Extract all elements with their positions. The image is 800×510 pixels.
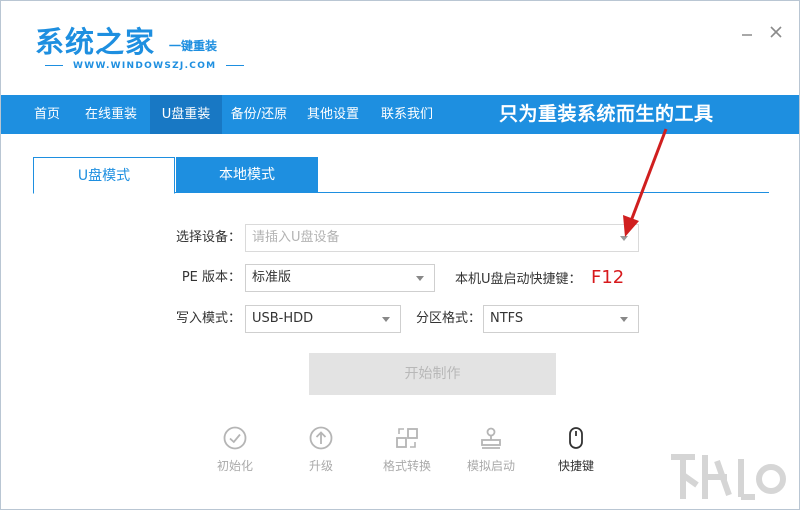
- device-select[interactable]: 请插入U盘设备: [245, 224, 639, 252]
- partition-select[interactable]: NTFS: [483, 305, 639, 333]
- watermark-logo: [671, 454, 786, 500]
- partition-label: 分区格式：: [415, 311, 481, 326]
- partition-value: NTFS: [490, 311, 524, 326]
- nav-item-home[interactable]: 首页: [23, 95, 71, 134]
- pe-version-label: PE 版本：: [181, 270, 241, 285]
- tool-simulate-boot[interactable]: 模拟启动: [461, 425, 521, 474]
- chevron-down-icon: [382, 317, 390, 322]
- write-mode-value: USB-HDD: [252, 311, 314, 326]
- tool-format-convert[interactable]: 格式转换: [377, 425, 437, 474]
- tab-usb-mode[interactable]: U盘模式: [33, 157, 175, 194]
- chevron-down-icon: [620, 317, 628, 322]
- logo-url-text: WWW.WINDOWSZJ.COM: [73, 61, 217, 71]
- start-button[interactable]: 开始制作: [309, 353, 556, 395]
- tool-initialize-label: 初始化: [216, 459, 253, 473]
- write-mode-label: 写入模式：: [175, 311, 241, 326]
- annotation-arrow-icon: [623, 128, 668, 237]
- app-window: 系统之家 一键重装 WWW.WINDOWSZJ.COM 首页 在线重装 U盘重装…: [0, 0, 800, 510]
- close-icon[interactable]: [767, 23, 785, 41]
- tool-upgrade-label: 升级: [308, 459, 333, 473]
- nav-item-other-settings[interactable]: 其他设置: [300, 95, 366, 134]
- device-label: 选择设备：: [175, 230, 241, 245]
- nav-item-online-reinstall[interactable]: 在线重装: [77, 95, 145, 134]
- check-circle-icon: [223, 426, 247, 450]
- tool-initialize[interactable]: 初始化: [205, 425, 265, 474]
- device-placeholder: 请插入U盘设备: [252, 230, 340, 245]
- header: 系统之家 一键重装 WWW.WINDOWSZJ.COM: [1, 1, 799, 95]
- nav-item-contact-us[interactable]: 联系我们: [373, 95, 441, 134]
- write-mode-select[interactable]: USB-HDD: [245, 305, 401, 333]
- tab-local-mode[interactable]: 本地模式: [176, 157, 318, 193]
- minimize-icon[interactable]: [738, 23, 756, 41]
- hotkey-label: 本机U盘启动快捷键：: [455, 272, 582, 287]
- tool-hotkey[interactable]: 快捷键: [546, 425, 606, 474]
- hotkey-value: F12: [591, 267, 625, 288]
- pe-version-select[interactable]: 标准版: [245, 264, 435, 292]
- stamp-icon: [481, 427, 501, 449]
- nav-item-backup-restore[interactable]: 备份/还原: [224, 95, 294, 134]
- chevron-down-icon: [416, 276, 424, 281]
- nav-item-usb-reinstall[interactable]: U盘重装: [150, 95, 222, 134]
- tool-upgrade[interactable]: 升级: [291, 425, 351, 474]
- convert-icon: [396, 428, 418, 448]
- logo-url: WWW.WINDOWSZJ.COM: [35, 61, 254, 71]
- logo-subtitle: 一键重装: [169, 39, 218, 53]
- tool-hotkey-label: 快捷键: [557, 459, 594, 473]
- mouse-icon: [569, 427, 583, 449]
- pe-version-value: 标准版: [252, 270, 292, 285]
- tool-format-convert-label: 格式转换: [382, 459, 431, 473]
- tool-simulate-boot-label: 模拟启动: [466, 459, 515, 473]
- upload-arrow-icon: [309, 426, 333, 450]
- logo-title: 系统之家: [35, 25, 156, 59]
